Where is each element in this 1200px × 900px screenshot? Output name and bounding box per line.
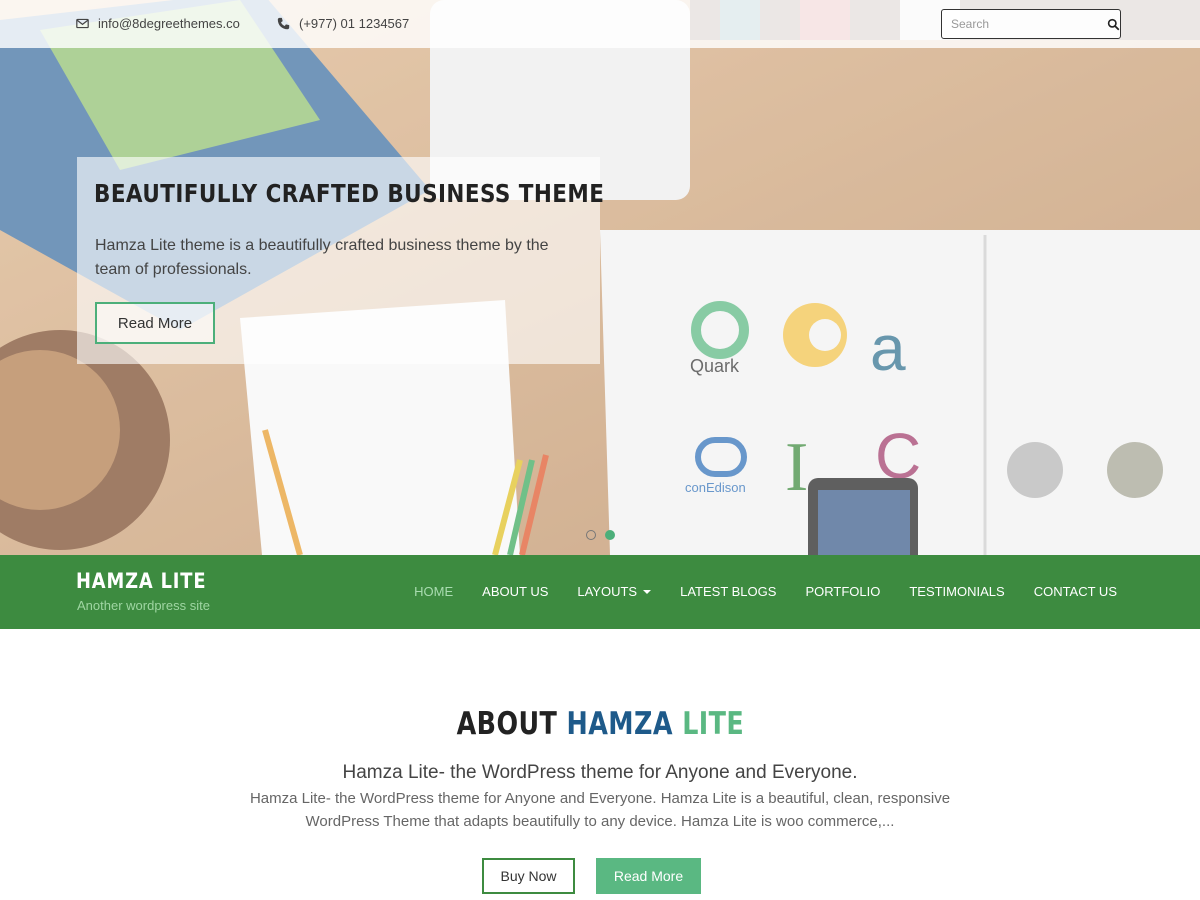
buy-now-button[interactable]: Buy Now (482, 858, 575, 894)
menu-item-about-us[interactable]: ABOUT US (482, 584, 548, 599)
about-read-more-button[interactable]: Read More (596, 858, 701, 894)
slide-title: BEAUTIFULLY CRAFTED BUSINESS THEME (94, 179, 605, 208)
about-description: Hamza Lite- the WordPress theme for Anyo… (249, 790, 951, 830)
about-subtitle: Hamza Lite- the WordPress theme for Anyo… (342, 762, 858, 783)
menu-item-home[interactable]: HOME (414, 584, 453, 599)
menu-item-latest-blogs[interactable]: LATEST BLOGS (680, 584, 776, 599)
email-text: info@8degreethemes.co (98, 16, 240, 31)
menu-item-contact-us[interactable]: CONTACT US (1034, 584, 1117, 599)
slide-text: Hamza Lite theme is a beautifully crafte… (95, 237, 549, 278)
site-title[interactable]: HAMZA LITE (76, 569, 206, 593)
caret-down-icon (643, 590, 652, 594)
search-button[interactable] (1106, 10, 1120, 38)
search-input[interactable] (942, 10, 1106, 38)
slider-dot-2[interactable] (605, 530, 615, 540)
slide-read-more-button[interactable]: Read More (95, 302, 215, 344)
menu-item-layouts[interactable]: LAYOUTS (577, 584, 652, 599)
slider-pagination (586, 530, 615, 540)
about-title: ABOUT HAMZA LITE (456, 706, 744, 742)
top-bar: info@8degreethemes.co (+977) 01 1234567 (0, 0, 1200, 48)
main-menu: HOME ABOUT US LAYOUTS LATEST BLOGS PORTF… (414, 584, 1117, 599)
phone-icon (277, 17, 290, 30)
slide-caption: BEAUTIFULLY CRAFTED BUSINESS THEME Hamza… (77, 157, 604, 364)
phone-text: (+977) 01 1234567 (299, 16, 410, 31)
menu-item-portfolio[interactable]: PORTFOLIO (805, 584, 880, 599)
slider-dot-1[interactable] (586, 530, 596, 540)
search-form (941, 9, 1121, 39)
phone-contact[interactable]: (+977) 01 1234567 (277, 16, 409, 31)
menu-item-testimonials[interactable]: TESTIMONIALS (909, 584, 1004, 599)
email-contact[interactable]: info@8degreethemes.co (76, 16, 240, 31)
envelope-icon (76, 18, 89, 29)
search-icon (1107, 18, 1119, 30)
site-tagline: Another wordpress site (77, 598, 210, 613)
